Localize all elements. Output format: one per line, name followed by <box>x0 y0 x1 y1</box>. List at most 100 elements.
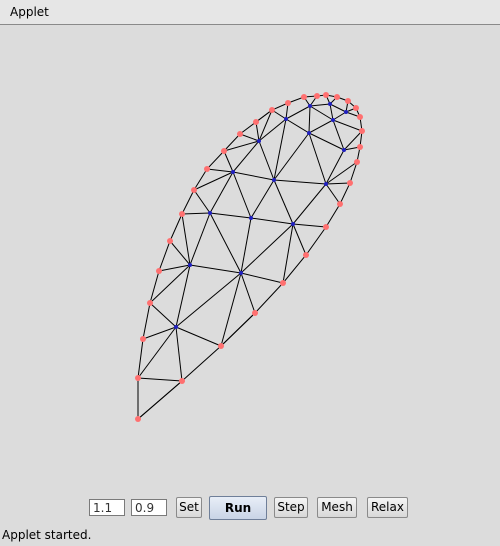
boundary-node <box>167 238 173 244</box>
mesh-edge <box>308 119 334 134</box>
parameter-field-2[interactable] <box>131 499 167 516</box>
boundary-node <box>140 336 146 342</box>
boundary-node <box>221 148 227 154</box>
boundary-node <box>135 416 141 422</box>
mesh-edge <box>273 132 310 181</box>
boundary-node <box>345 98 351 104</box>
mesh-edge <box>325 183 341 205</box>
mesh-edge <box>325 149 345 185</box>
mesh-edge <box>189 212 211 266</box>
mesh-edge <box>209 212 242 274</box>
mesh-edges <box>137 94 363 421</box>
mesh-canvas[interactable] <box>0 26 500 490</box>
interior-node <box>344 110 348 114</box>
boundary-node <box>357 144 363 150</box>
boundary-node <box>237 131 243 137</box>
interior-node <box>342 148 346 152</box>
mesh-edge <box>329 103 334 121</box>
mesh-edge <box>209 212 252 219</box>
interior-node <box>324 182 328 186</box>
mesh-edge <box>223 150 234 173</box>
mesh-edge <box>240 272 284 284</box>
interior-node <box>239 271 243 275</box>
mesh-edge <box>137 380 183 420</box>
mesh-edge <box>292 223 307 256</box>
mesh-edge <box>149 302 177 328</box>
mesh-edge <box>332 119 363 132</box>
applet-menu[interactable]: Applet <box>10 5 49 19</box>
mesh-edge <box>193 189 211 214</box>
mesh-edge <box>240 272 256 314</box>
boundary-node <box>269 107 275 113</box>
mesh-edge <box>273 179 327 185</box>
interior-node <box>249 216 253 220</box>
boundary-node <box>334 94 340 100</box>
mesh-edge <box>137 377 183 382</box>
mesh-edge <box>325 161 358 185</box>
interior-node <box>272 178 276 182</box>
boundary-node <box>323 92 329 98</box>
mesh-nodes <box>135 92 365 422</box>
parameter-field-1[interactable] <box>89 499 125 516</box>
interior-node <box>308 104 312 108</box>
triangular-mesh[interactable] <box>0 26 500 490</box>
mesh-edge <box>292 223 327 228</box>
interior-node <box>208 211 212 215</box>
step-button[interactable]: Step <box>274 497 308 518</box>
boundary-node <box>323 224 329 230</box>
boundary-node <box>135 375 141 381</box>
mesh-edge <box>232 171 252 219</box>
interior-node <box>328 102 332 106</box>
mesh-edge <box>209 171 234 214</box>
boundary-node <box>204 166 210 172</box>
mesh-edge <box>250 179 275 219</box>
mesh-edge <box>325 182 351 185</box>
mesh-edge <box>220 272 242 347</box>
mesh-edge <box>308 105 311 134</box>
mesh-edge <box>329 103 347 113</box>
interior-node <box>174 325 178 329</box>
relax-button[interactable]: Relax <box>367 497 408 518</box>
boundary-node <box>301 94 307 100</box>
boundary-node <box>353 105 359 111</box>
interior-node <box>188 263 192 267</box>
mesh-edge <box>250 217 294 225</box>
mesh-edge <box>232 171 275 181</box>
mesh-edge <box>309 103 331 107</box>
mesh-edge <box>285 105 311 120</box>
boundary-node <box>314 93 320 99</box>
boundary-node <box>252 310 258 316</box>
boundary-node <box>337 201 343 207</box>
boundary-node <box>218 343 224 349</box>
status-message: Applet started. <box>2 528 92 542</box>
mesh-edge <box>220 312 256 347</box>
mesh-edge <box>308 132 327 185</box>
mesh-edge <box>206 168 234 173</box>
interior-node <box>307 131 311 135</box>
mesh-edge <box>232 140 260 173</box>
mesh-edge <box>175 326 183 382</box>
mesh-edge <box>285 118 310 134</box>
boundary-node <box>147 300 153 306</box>
interior-node <box>291 222 295 226</box>
boundary-node <box>191 187 197 193</box>
mesh-edge <box>309 105 334 121</box>
boundary-node <box>179 211 185 217</box>
interior-node <box>284 117 288 121</box>
boundary-node <box>156 268 162 274</box>
mesh-edge <box>181 212 211 215</box>
boundary-node <box>303 252 309 258</box>
interior-node <box>331 118 335 122</box>
interior-node <box>257 139 261 143</box>
run-button[interactable]: Run <box>209 496 267 520</box>
mesh-edge <box>273 118 287 181</box>
set-button[interactable]: Set <box>176 497 202 518</box>
boundary-node <box>347 180 353 186</box>
mesh-edge <box>189 264 242 274</box>
mesh-edge <box>258 140 275 181</box>
mesh-button[interactable]: Mesh <box>317 497 357 518</box>
boundary-node <box>354 159 360 165</box>
mesh-edge <box>239 133 260 142</box>
mesh-edge <box>149 264 191 304</box>
menu-bar: Applet <box>0 0 500 25</box>
